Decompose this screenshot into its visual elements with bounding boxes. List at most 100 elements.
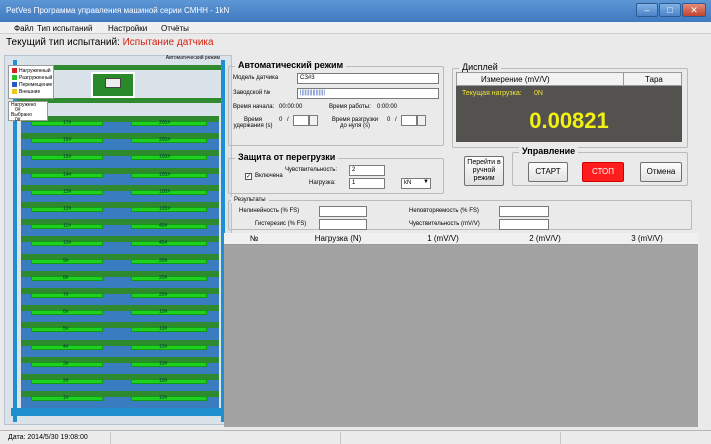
level-weight-label: 100#: [159, 206, 171, 212]
serial-field[interactable]: ||||||||||||||||: [297, 88, 439, 99]
status-bar: Дата: 2014/5/30 19:08:00: [0, 430, 711, 444]
load-info: Нагружено 0# Выбрано 0#: [8, 101, 48, 123]
serial-label: Заводской №: [233, 90, 271, 96]
close-button[interactable]: ✕: [682, 3, 706, 17]
current-test-type: Текущий тип испытаний: Испытание датчика: [6, 37, 214, 48]
level-weight-label: 10#: [159, 326, 168, 333]
level-weight-label: 100#: [159, 171, 171, 178]
level-weight-label: 10#: [159, 378, 168, 384]
cancel-button[interactable]: Отмена: [640, 162, 682, 182]
results-group: Результаты Нелинейность (% FS) Неповторя…: [228, 197, 692, 230]
manual-mode-button[interactable]: Перейти в ручной режим: [464, 156, 504, 186]
hysteresis-label: Гистерезис (% FS): [255, 221, 307, 227]
reading-value: 0.00821: [529, 108, 609, 133]
overload-load-field[interactable]: 1: [349, 178, 385, 189]
stop-button[interactable]: СТОП: [582, 162, 624, 182]
nonrepeatability-label: Неповторяемость (% FS): [409, 208, 479, 214]
window-title: PetVes Программа управления машиной сери…: [6, 6, 230, 15]
level-number-label: 1#: [63, 395, 69, 402]
level-weight-label: 200#: [159, 137, 171, 144]
sensitivity-result-field[interactable]: [499, 219, 549, 230]
overload-group: Защита от перегрузки ✓ Включена Чувствит…: [228, 152, 444, 194]
hold-time-spinner[interactable]: [309, 115, 318, 126]
legend-item: Нагруженный: [12, 68, 51, 74]
weight-plate-right: [131, 258, 207, 264]
column-header-reading-2[interactable]: 2 (mV/V): [494, 234, 596, 243]
weight-plate-right: [131, 361, 207, 367]
weight-plate-right: [131, 241, 207, 247]
weight-plate-right: [131, 327, 207, 333]
level-number-label: 11#: [63, 223, 71, 230]
work-time-value: 0:00:00: [377, 104, 398, 110]
base-plate: [11, 408, 227, 416]
header-divider: [623, 73, 624, 85]
unload-time-value: 0: [387, 117, 391, 123]
menu-test-type[interactable]: Тип испытаний: [37, 24, 93, 33]
column-header-reading-3[interactable]: 3 (mV/V): [596, 234, 698, 243]
hysteresis-field[interactable]: [319, 219, 367, 230]
legend-item: Внешние: [12, 89, 40, 95]
status-date: Дата: 2014/5/30 19:08:00: [8, 434, 88, 441]
column-header-number[interactable]: №: [224, 234, 284, 243]
legend-swatch-unloaded: [12, 75, 17, 81]
menu-reports[interactable]: Отчёты: [161, 24, 189, 33]
status-divider: [560, 432, 561, 444]
level-number-label: 10#: [63, 240, 72, 247]
tare-button[interactable]: Тара: [645, 75, 663, 84]
hold-time-input[interactable]: [293, 115, 309, 126]
level-number-label: 13#: [63, 188, 72, 195]
dropdown-arrow-icon: ▼: [423, 179, 429, 185]
legend-swatch-moving: [12, 82, 17, 88]
level-number-label: 14#: [63, 171, 72, 178]
nonlinearity-field[interactable]: [319, 206, 367, 217]
auto-mode-group: Автоматический режим Модель датчика CЗ#3…: [228, 60, 444, 146]
unload-time-spinner[interactable]: [417, 115, 426, 126]
level-weight-label: 20#: [159, 274, 168, 281]
sensitivity-label: Чувствительность:: [285, 167, 338, 173]
hold-time-label: Время удержания (s): [233, 117, 273, 129]
sensor-block: [105, 78, 121, 88]
maximize-button[interactable]: □: [659, 3, 681, 17]
legend-swatch-external: [12, 89, 17, 95]
sensitivity-field[interactable]: 2: [349, 165, 385, 176]
main-window: PetVes Программа управления машиной сери…: [0, 0, 711, 444]
level-weight-label: 10#: [159, 395, 168, 402]
legend-swatch-loaded: [12, 68, 17, 74]
current-load-value: 0N: [534, 90, 543, 97]
title-bar: PetVes Программа управления машиной сери…: [0, 0, 711, 22]
level-number-label: 4#: [63, 343, 69, 350]
model-field[interactable]: CЗ#3: [297, 73, 439, 84]
level-number-label: 3#: [63, 360, 69, 367]
results-table-body[interactable]: [224, 245, 698, 427]
unload-time-label: Время разгрузки до нуля (s): [331, 117, 379, 129]
level-number-label: 7#: [63, 292, 69, 298]
overload-load-label: Нагрузка:: [309, 180, 336, 186]
auto-mode-label: Автоматический режим: [165, 55, 220, 61]
control-title: Управление: [519, 146, 579, 156]
start-button[interactable]: СТАРТ: [528, 162, 568, 182]
column-header-load[interactable]: Нагрузка (N): [284, 234, 392, 243]
selected-value: 0#: [15, 117, 21, 123]
results-table-header: № Нагрузка (N) 1 (mV/V) 2 (mV/V) 3 (mV/V…: [224, 233, 698, 245]
column-header-reading-1[interactable]: 1 (mV/V): [392, 234, 494, 243]
weight-plate-right: [131, 224, 207, 230]
status-divider: [110, 432, 111, 444]
minimize-button[interactable]: –: [636, 3, 658, 17]
start-time-label: Время начала:: [233, 104, 275, 110]
overload-enabled-label: Включена: [255, 173, 283, 179]
level-weight-label: 10#: [159, 360, 168, 367]
level-weight-label: 100#: [159, 188, 171, 195]
weight-plate-right: [131, 310, 207, 316]
weight-plate-right: [131, 344, 207, 350]
overload-title: Защита от перегрузки: [235, 152, 339, 162]
menu-file[interactable]: Файл: [14, 24, 34, 33]
level-number-label: 9#: [63, 257, 69, 264]
unload-time-input[interactable]: [401, 115, 417, 126]
nonrepeatability-field[interactable]: [499, 206, 549, 217]
menu-settings[interactable]: Настройки: [108, 24, 147, 33]
level-weight-label: 40#: [159, 223, 168, 230]
level-weight-label: 10#: [159, 343, 168, 350]
start-time-value: 00:00:00: [279, 104, 303, 110]
overload-enabled-checkbox[interactable]: ✓: [245, 173, 252, 180]
weight-stack-bg: [21, 116, 219, 412]
